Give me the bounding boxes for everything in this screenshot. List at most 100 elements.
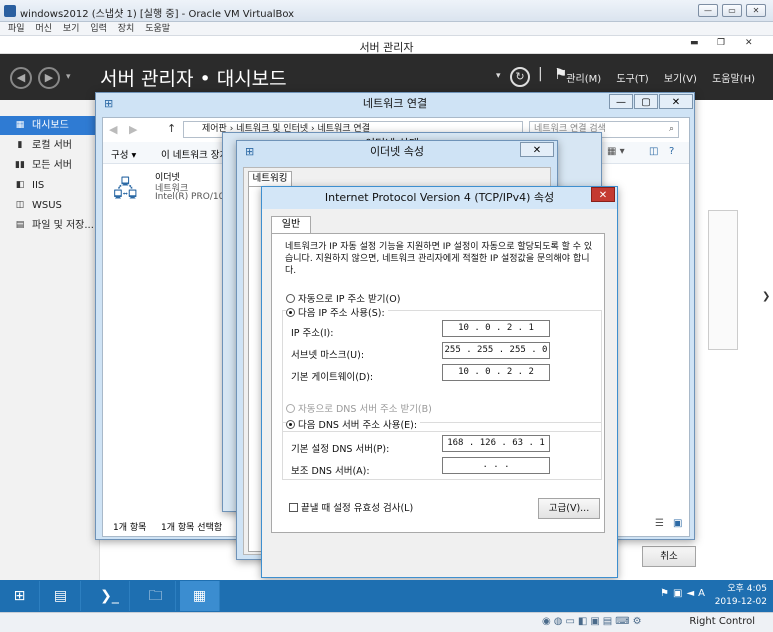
ipv4-properties-dialog: Internet Protocol Version 4 (TCP/IPv4) 속…	[261, 186, 618, 605]
vbox-status-bar: ◉◍▭◧▣▤⌨⚙ Right Control	[0, 612, 773, 632]
page-title: 서버 관리자 • 대시보드	[100, 68, 287, 90]
preferred-dns-field[interactable]: 168 . 126 . 63 . 1	[442, 435, 550, 452]
tab-general[interactable]: 일반	[271, 216, 311, 234]
help-icon[interactable]: ?	[669, 146, 674, 157]
network-taskbar-icon[interactable]: ▦	[180, 581, 220, 611]
manual-dns-radio[interactable]: 다음 DNS 서버 주소 사용(E):	[286, 417, 421, 431]
view-options-icon[interactable]: ▦ ▾	[607, 146, 625, 157]
storage-icon: ▤	[15, 220, 25, 230]
menu-devices[interactable]: 장치	[118, 22, 135, 36]
servers-icon: ▮▮	[15, 160, 25, 170]
clock-date: 2019-12-02	[714, 597, 767, 607]
separator: |	[538, 66, 543, 82]
netwin-maximize-button[interactable]: ▢	[634, 94, 658, 109]
ethernet-adapter-item[interactable]: 🖧 이더넷 네트워크 Intel(R) PRO/1000	[109, 170, 239, 210]
alternate-dns-field[interactable]: . . .	[442, 457, 550, 474]
menu-input[interactable]: 입력	[90, 22, 107, 36]
start-button[interactable]: ⊞	[0, 581, 40, 611]
iis-icon: ◧	[15, 180, 25, 190]
menu-view[interactable]: 보기	[63, 22, 80, 36]
minimize-button[interactable]: —	[698, 4, 718, 17]
wsus-icon: ◫	[15, 200, 25, 210]
menu-tools[interactable]: 도구(T)	[616, 74, 648, 85]
refresh-icon[interactable]: ↻	[510, 67, 530, 87]
subnet-mask-label: 서브넷 마스크(U):	[291, 350, 365, 361]
details-view-icon[interactable]: ☰	[655, 518, 664, 529]
ip-address-field[interactable]: 10 . 0 . 2 . 1	[442, 320, 550, 337]
scroll-chevron-icon[interactable]: ❯	[762, 291, 770, 302]
menu-help-sm[interactable]: 도움말(H)	[712, 74, 755, 85]
vbox-menu-bar: 파일 머신 보기 입력 장치 도움말	[0, 22, 773, 36]
nav-up-icon[interactable]: ↑	[167, 122, 176, 135]
server-manager-taskbar-icon[interactable]: ▤	[41, 581, 81, 611]
file-explorer-taskbar-icon[interactable]: 🗀	[136, 581, 176, 611]
sm-close-button[interactable]: ✕	[745, 38, 753, 48]
sidebar-item-iis[interactable]: ◧ IIS	[0, 176, 100, 195]
close-button[interactable]: ✕	[746, 4, 766, 17]
tab-networking[interactable]: 네트워킹	[248, 171, 292, 187]
clock-time: 오후 4:05	[727, 584, 767, 594]
windows-logo-icon: ⊞	[13, 588, 26, 604]
alternate-dns-label: 보조 DNS 서버(A):	[291, 466, 370, 477]
maximize-button[interactable]: ▭	[722, 4, 742, 17]
default-gateway-field[interactable]: 10 . 0 . 2 . 2	[442, 364, 550, 381]
default-gateway-label: 기본 게이트웨이(D):	[291, 372, 374, 383]
sm-restore-button[interactable]: ❐	[717, 38, 725, 48]
guest-screen: 서버 관리자 ▬ ❐ ✕ ◀ ▶ ▾ 서버 관리자 • 대시보드 ▾ ↻ | ⚑…	[0, 36, 773, 612]
ethernet-properties-title: 이더넷 속성	[369, 145, 425, 158]
organize-button[interactable]: 구성 ▾	[111, 147, 136, 161]
tiles-view-icon[interactable]: ▣	[673, 518, 682, 529]
sidebar-item-file-storage[interactable]: ▤ 파일 및 저장...	[0, 216, 100, 235]
ipv4-close-button[interactable]: ✕	[591, 187, 615, 202]
host-key-label: Right Control	[689, 616, 755, 627]
sm-minimize-button[interactable]: ▬	[690, 38, 699, 48]
back-icon[interactable]: ◀	[10, 67, 32, 89]
sidebar-item-local-server[interactable]: ▮ 로컬 서버	[0, 136, 100, 155]
server-manager-title-bar: 서버 관리자 ▬ ❐ ✕	[0, 36, 773, 54]
subnet-mask-field[interactable]: 255 . 255 . 255 . 0	[442, 342, 550, 359]
nav-forward-icon[interactable]: ▶	[129, 123, 137, 136]
manual-ip-radio[interactable]: 다음 IP 주소 사용(S):	[286, 305, 388, 319]
menu-view-sm[interactable]: 보기(V)	[664, 74, 697, 85]
network-window-icon: ⊞	[104, 97, 114, 110]
server-icon: ▮	[17, 140, 23, 150]
menu-manage[interactable]: 관리(M)	[566, 74, 601, 85]
menu-machine[interactable]: 머신	[35, 22, 52, 36]
auto-dns-radio[interactable]: 자동으로 DNS 서버 주소 받기(B)	[286, 401, 432, 415]
items-count: 1개 항목	[113, 523, 147, 533]
validate-checkbox[interactable]: 끝낼 때 설정 유효성 검사(L)	[289, 500, 413, 514]
history-chevron-icon[interactable]: ▾	[66, 72, 71, 82]
forward-icon[interactable]: ▶	[38, 67, 60, 89]
general-tab-body: 네트워크가 IP 자동 설정 기능을 지원하면 IP 설정이 자동으로 할당되도…	[271, 233, 605, 533]
server-manager-title: 서버 관리자	[359, 41, 414, 54]
advanced-button[interactable]: 고급(V)...	[538, 498, 600, 519]
vbox-device-icons[interactable]: ◉◍▭◧▣▤⌨⚙	[542, 616, 645, 627]
dashboard-icon: ▦	[15, 120, 25, 130]
powershell-taskbar-icon[interactable]: ❯_	[90, 581, 130, 611]
ethprop-close-button[interactable]: ✕	[520, 142, 554, 157]
tray-network-icon[interactable]: ▣	[673, 588, 686, 599]
system-tray: ⚑▣◄A	[660, 588, 709, 599]
auto-ip-radio[interactable]: 자동으로 IP 주소 받기(O)	[286, 291, 400, 305]
preferred-dns-label: 기본 설정 DNS 서버(P):	[291, 444, 390, 455]
dashboard-tile	[708, 210, 738, 350]
netwin-minimize-button[interactable]: —	[609, 94, 633, 109]
sidebar-item-all-servers[interactable]: ▮▮ 모든 서버	[0, 156, 100, 175]
selected-count: 1개 항목 선택함	[161, 523, 223, 533]
menu-help[interactable]: 도움말	[145, 22, 170, 36]
ip-address-label: IP 주소(I):	[291, 328, 334, 339]
sidebar-item-dashboard[interactable]: ▦ 대시보드	[0, 116, 100, 135]
preview-pane-icon[interactable]: ◫	[649, 146, 658, 157]
nav-back-icon[interactable]: ◀	[109, 123, 117, 136]
sidebar-item-wsus[interactable]: ◫ WSUS	[0, 196, 100, 215]
background-cancel-button[interactable]: 취소	[642, 546, 696, 567]
dropdown-chevron-icon[interactable]: ▾	[496, 71, 501, 81]
menu-file[interactable]: 파일	[8, 22, 25, 36]
ipv4-dialog-title: Internet Protocol Version 4 (TCP/IPv4) 속…	[262, 187, 617, 209]
tray-ime-icon[interactable]: A	[698, 588, 709, 599]
netwin-close-button[interactable]: ✕	[659, 94, 693, 109]
tray-volume-icon[interactable]: ◄	[686, 588, 698, 599]
server-manager-menu: 관리(M) 도구(T) 보기(V) 도움말(H)	[554, 70, 755, 85]
tray-flag-icon[interactable]: ⚑	[660, 588, 673, 599]
clock[interactable]: 오후 4:05 2019-12-02	[715, 583, 767, 609]
